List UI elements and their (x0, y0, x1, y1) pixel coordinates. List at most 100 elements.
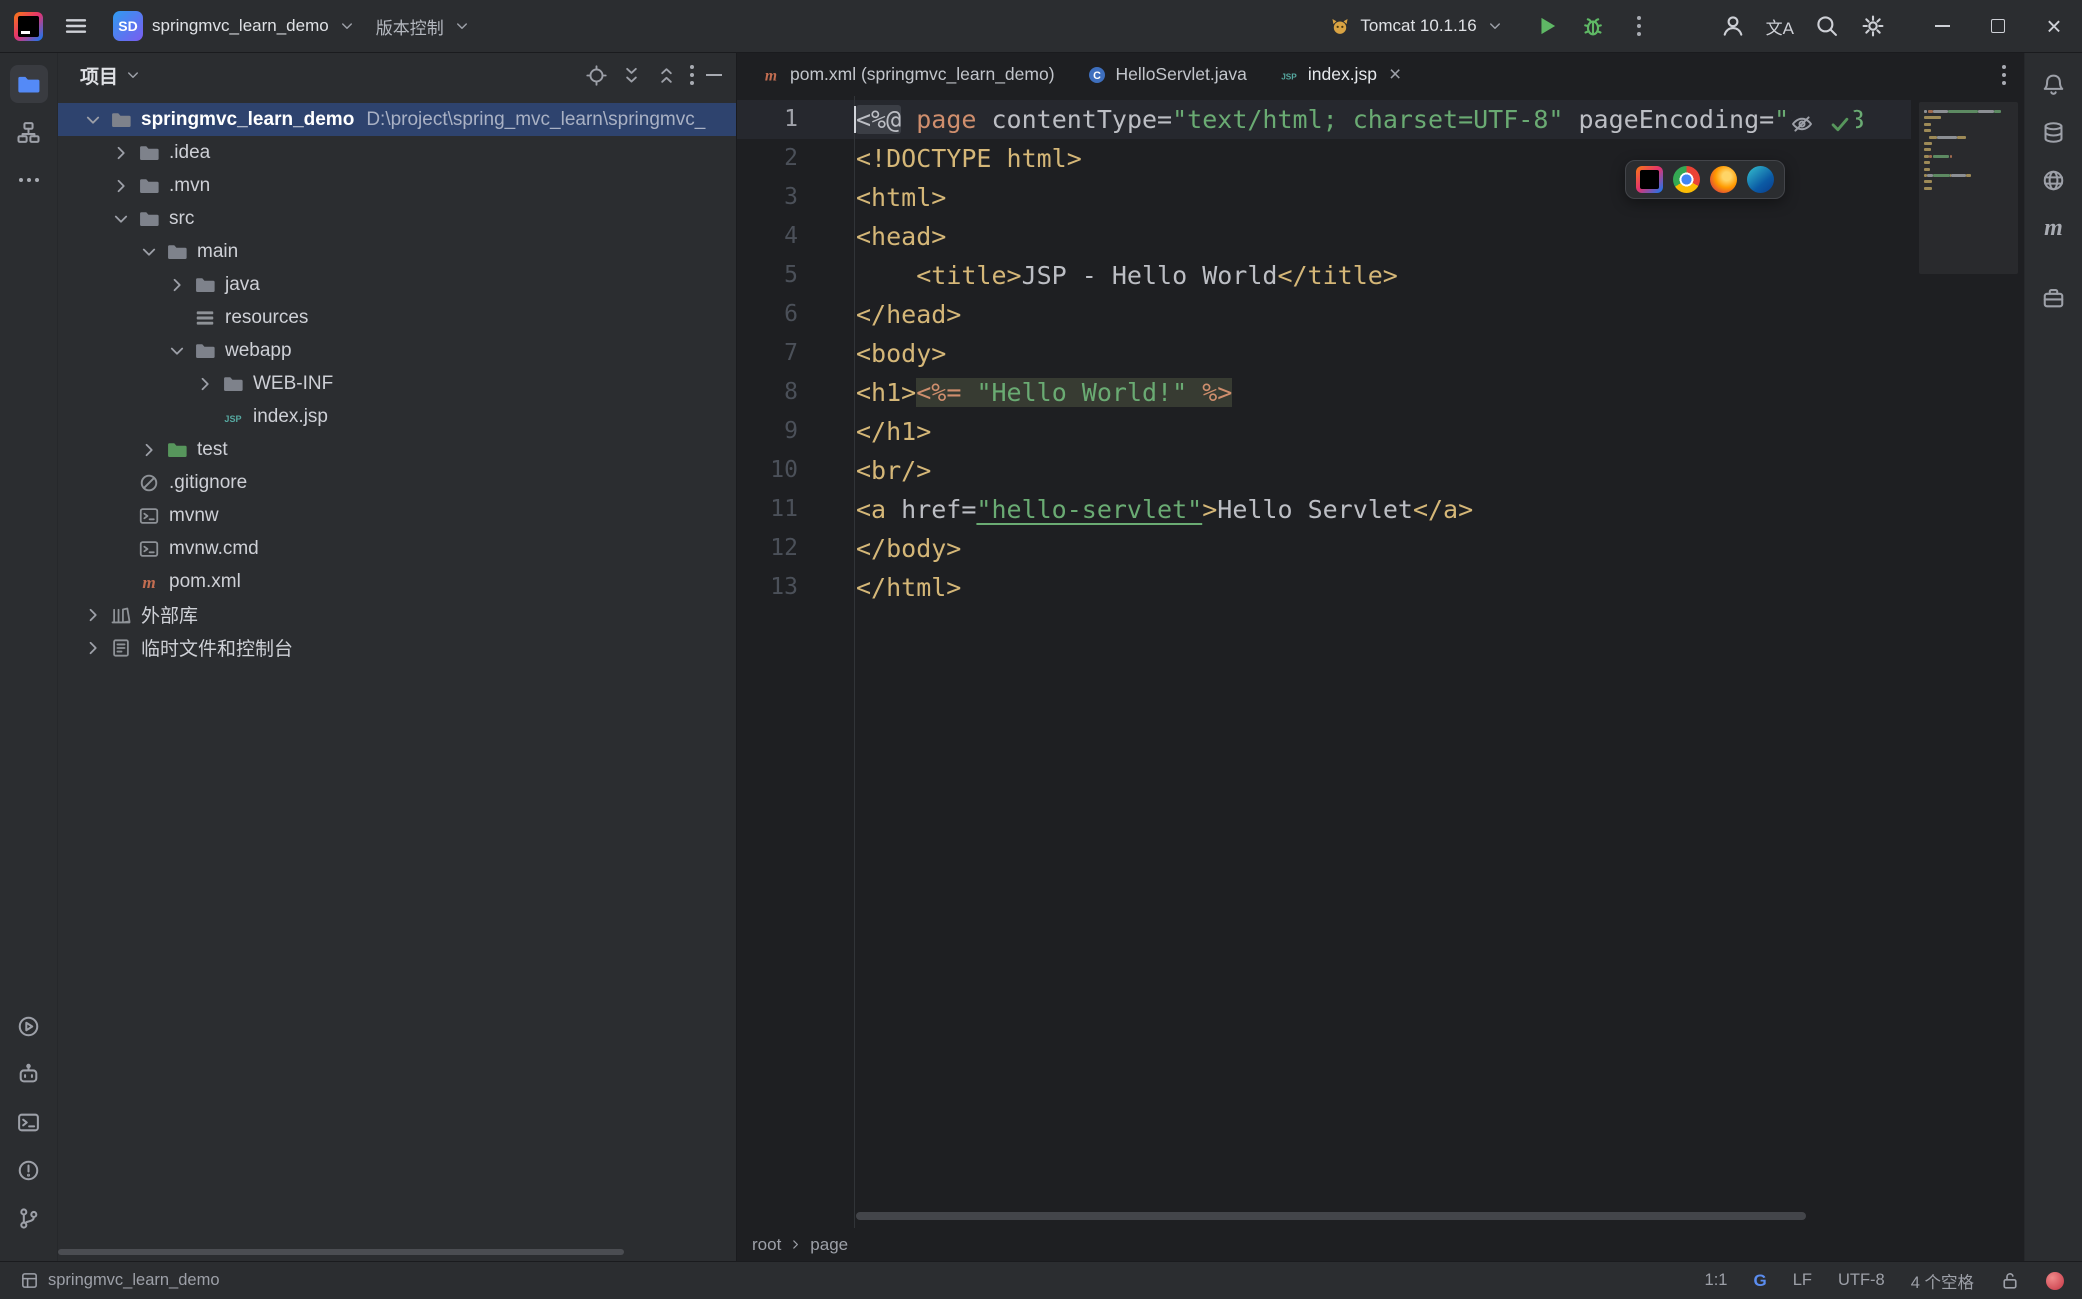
chrome-icon[interactable] (1673, 166, 1700, 193)
debug-button-icon[interactable] (1580, 13, 1606, 39)
tree-item-test[interactable]: test (58, 433, 736, 466)
notifications-button[interactable] (2035, 65, 2073, 103)
terminal-tool-button[interactable] (10, 1103, 48, 1141)
user-account-icon[interactable] (1720, 13, 1746, 39)
tree-item-.mvn[interactable]: .mvn (58, 169, 736, 202)
panel-options-icon[interactable] (690, 65, 694, 85)
code-editor[interactable]: 1<%@ page contentType="text/html; charse… (737, 96, 1911, 1228)
ai-assistant-tool-button[interactable] (10, 1055, 48, 1093)
chevron-down-icon[interactable] (82, 109, 104, 131)
no-problems-check-icon[interactable] (1828, 112, 1852, 136)
translate-icon[interactable]: 文A (1766, 14, 1794, 39)
tree-item-main[interactable]: main (58, 235, 736, 268)
chevron-right-icon[interactable] (166, 274, 188, 296)
chevron-right-icon[interactable] (138, 439, 160, 461)
tree-item-临时文件和控制台[interactable]: 临时文件和控制台 (58, 631, 736, 664)
chevron-right-icon[interactable] (194, 373, 216, 395)
project-panel-title[interactable]: 项目 (80, 62, 142, 89)
writable-lock-icon[interactable] (2000, 1271, 2020, 1291)
locate-file-icon[interactable] (585, 64, 608, 87)
idea-preview-icon[interactable] (1636, 166, 1663, 193)
code-line-5[interactable]: 5 <title>JSP - Hello World</title> (737, 256, 1911, 295)
line-separator-widget[interactable]: LF (1793, 1271, 1812, 1290)
code-line-1[interactable]: 1<%@ page contentType="text/html; charse… (737, 100, 1911, 139)
project-tool-button[interactable] (10, 65, 48, 103)
git-tool-button[interactable] (10, 1199, 48, 1237)
code-line-9[interactable]: 9</h1> (737, 412, 1911, 451)
chevron-right-icon[interactable] (82, 637, 104, 659)
reader-mode-icon[interactable] (1790, 112, 1814, 136)
minimize-button[interactable] (1914, 0, 1970, 52)
code-line-7[interactable]: 7<body> (737, 334, 1911, 373)
plugin-tool-button[interactable] (2035, 279, 2073, 317)
plugin-status-icon[interactable] (2046, 1272, 2064, 1290)
more-tools-button[interactable] (10, 161, 48, 199)
chevron-right-icon[interactable] (110, 142, 132, 164)
breadcrumb-item[interactable]: root (752, 1235, 781, 1255)
tree-item-外部库[interactable]: 外部库 (58, 598, 736, 631)
run-config-selector[interactable]: Tomcat 10.1.16 (1319, 9, 1513, 43)
firefox-icon[interactable] (1710, 166, 1737, 193)
tab-HelloServlet.java[interactable]: CHelloServlet.java (1071, 53, 1263, 96)
endpoints-tool-button[interactable] (2035, 161, 2073, 199)
code-line-6[interactable]: 6</head> (737, 295, 1911, 334)
chevron-down-icon[interactable] (138, 241, 160, 263)
code-line-13[interactable]: 13</html> (737, 568, 1911, 607)
tree-item-src[interactable]: src (58, 202, 736, 235)
editor-options-icon[interactable] (2002, 63, 2006, 87)
tree-item-resources[interactable]: resources (58, 301, 736, 334)
tree-item-mvnw[interactable]: mvnw (58, 499, 736, 532)
statusbar-project-name[interactable]: springmvc_learn_demo (48, 1271, 220, 1290)
chevron-down-icon[interactable] (110, 208, 132, 230)
chevron-right-icon[interactable] (110, 175, 132, 197)
project-selector[interactable]: SD springmvc_learn_demo (103, 5, 366, 47)
hide-panel-icon[interactable] (706, 74, 722, 76)
maven-tool-button[interactable]: m (2035, 209, 2073, 247)
tree-item-.gitignore[interactable]: .gitignore (58, 466, 736, 499)
tree-item-pom.xml[interactable]: mpom.xml (58, 565, 736, 598)
close-button[interactable]: × (2026, 0, 2082, 52)
search-icon[interactable] (1814, 13, 1840, 39)
project-panel-hscrollbar[interactable] (58, 1249, 624, 1255)
edge-icon[interactable] (1747, 166, 1774, 193)
minimap[interactable] (1911, 96, 2024, 1228)
idea-logo-icon[interactable] (14, 12, 43, 41)
tree-item-springmvc_learn_demo[interactable]: springmvc_learn_demoD:\project\spring_mv… (58, 103, 736, 136)
code-line-4[interactable]: 4<head> (737, 217, 1911, 256)
tree-item-mvnw.cmd[interactable]: mvnw.cmd (58, 532, 736, 565)
translate-plugin-icon[interactable]: G (1753, 1271, 1766, 1291)
caret-position-widget[interactable]: 1:1 (1705, 1271, 1728, 1290)
chevron-down-icon[interactable] (166, 340, 188, 362)
tree-item-index.jsp[interactable]: JSPindex.jsp (58, 400, 736, 433)
chevron-spacer (110, 472, 132, 494)
chevron-right-icon[interactable] (82, 604, 104, 626)
problems-tool-button[interactable] (10, 1151, 48, 1189)
indent-widget[interactable]: 4 个空格 (1911, 1269, 1974, 1293)
tree-item-webapp[interactable]: webapp (58, 334, 736, 367)
editor-hscrollbar[interactable] (856, 1212, 1806, 1220)
maven-icon: m (2044, 215, 2063, 242)
structure-tool-button[interactable] (10, 113, 48, 151)
close-tab-icon[interactable]: × (1389, 64, 1401, 85)
encoding-widget[interactable]: UTF-8 (1838, 1271, 1885, 1290)
expand-all-icon[interactable] (620, 64, 643, 87)
vcs-widget[interactable]: 版本控制 (366, 8, 481, 45)
tree-item-WEB-INF[interactable]: WEB-INF (58, 367, 736, 400)
tab-pom.xml (springmvc_learn_demo)[interactable]: mpom.xml (springmvc_learn_demo) (745, 53, 1071, 96)
tree-item-.idea[interactable]: .idea (58, 136, 736, 169)
code-line-8[interactable]: 8<h1><%= "Hello World!" %> (737, 373, 1911, 412)
database-tool-button[interactable] (2035, 113, 2073, 151)
code-line-11[interactable]: 11<a href="hello-servlet">Hello Servlet<… (737, 490, 1911, 529)
run-button-icon[interactable] (1534, 13, 1560, 39)
code-line-10[interactable]: 10<br/> (737, 451, 1911, 490)
breadcrumb-item[interactable]: page (810, 1235, 848, 1255)
main-menu-icon[interactable] (63, 13, 89, 39)
code-line-12[interactable]: 12</body> (737, 529, 1911, 568)
services-tool-button[interactable] (10, 1007, 48, 1045)
tab-index.jsp[interactable]: JSPindex.jsp× (1263, 53, 1417, 96)
tree-item-java[interactable]: java (58, 268, 736, 301)
more-run-options-icon[interactable] (1626, 13, 1652, 39)
collapse-all-icon[interactable] (655, 64, 678, 87)
settings-icon[interactable] (1860, 13, 1886, 39)
maximize-button[interactable] (1970, 0, 2026, 52)
